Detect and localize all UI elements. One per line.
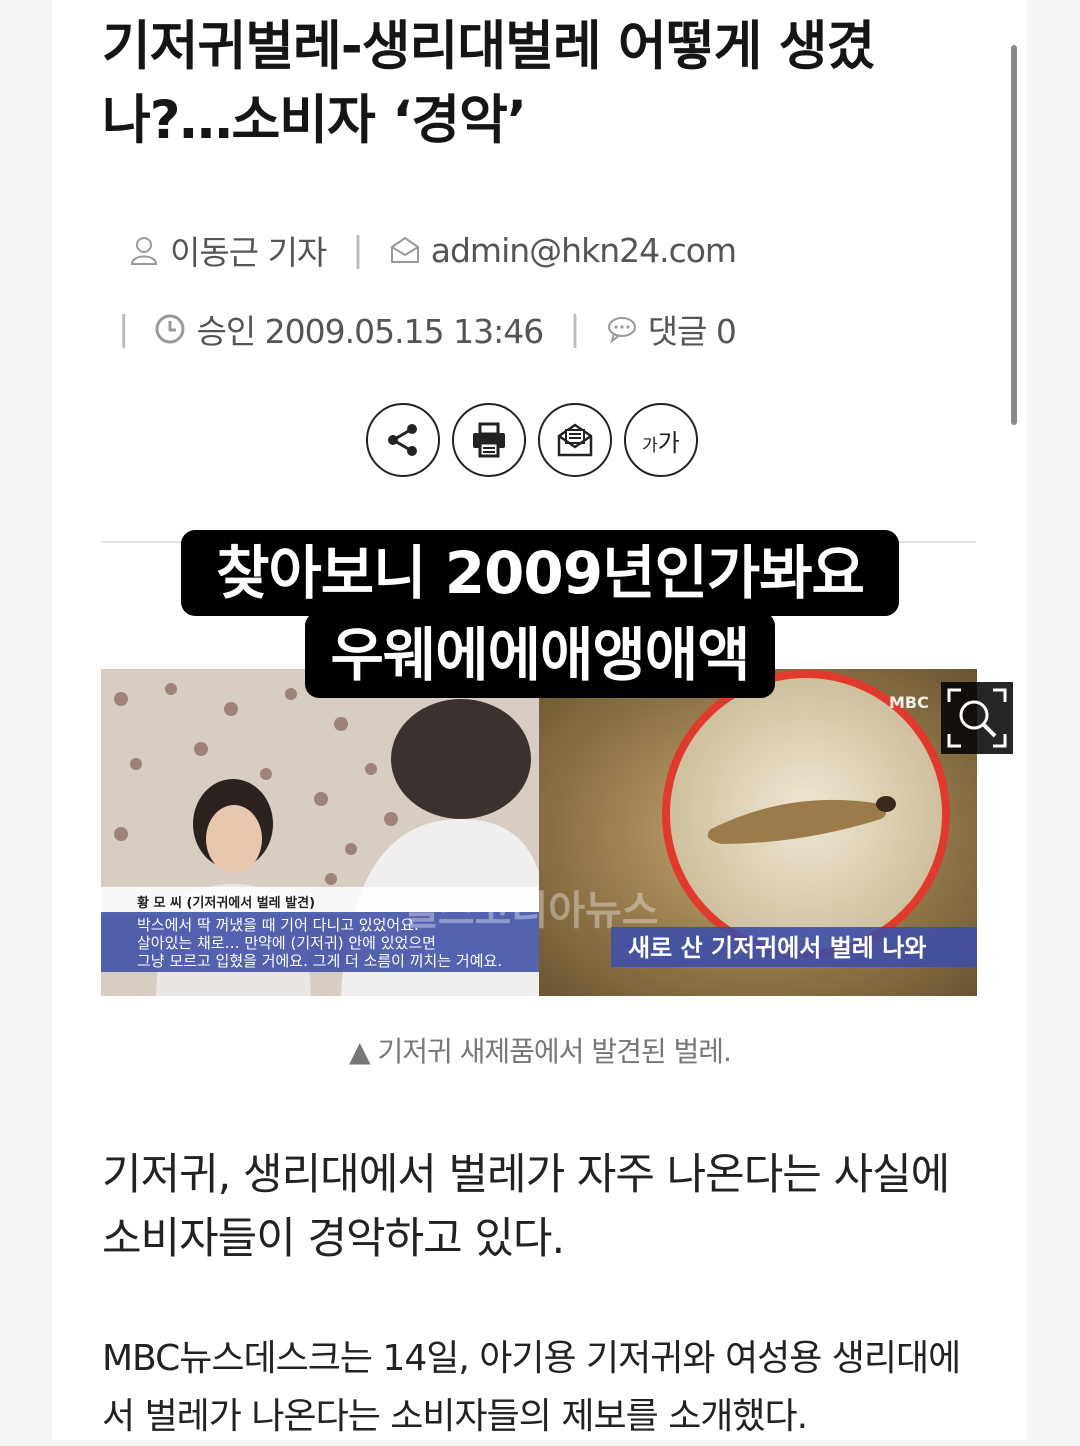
meta-separator: | xyxy=(352,230,364,270)
person-icon xyxy=(128,234,160,266)
share-button[interactable] xyxy=(366,403,440,477)
photo-speaker-label: 황 모 씨 (기저귀에서 벌레 발견) xyxy=(137,895,315,911)
article-headline: 기저귀벌레-생리대벌레 어떻게 생겼나?…소비자 ‘경악’ xyxy=(102,16,875,151)
meta-separator: | xyxy=(118,309,130,349)
overlay-line-1: 찾아보니 2009년인가봐요 xyxy=(181,530,899,616)
story-text-overlay: 찾아보니 2009년인가봐요 우웨에에애앵애액 xyxy=(0,530,1080,698)
mail-icon xyxy=(557,423,593,457)
share-icon xyxy=(388,424,417,456)
author-email[interactable]: admin@hkn24.com xyxy=(431,231,737,270)
comment-count[interactable]: 댓글 0 xyxy=(648,305,737,353)
article-tools: 가가 xyxy=(366,403,698,477)
photo-subtitle-line: 살아있는 채로… 만약에 (기저귀) 안에 있었으면 xyxy=(137,934,436,952)
comment-icon xyxy=(606,313,638,345)
photo-subtitle-line: 박스에서 딱 꺼냈을 때 기어 다니고 있었어요. xyxy=(137,916,419,934)
print-icon xyxy=(473,422,505,458)
photo-subtitle-line: 그냥 모르고 입혔을 거에요. 그게 더 소름이 끼치는 거예요. xyxy=(137,952,502,970)
clock-icon xyxy=(154,313,186,345)
article-photo[interactable]: 황 모 씨 (기저귀에서 벌레 발견) 박스에서 딱 꺼냈을 때 기어 다니고 … xyxy=(101,669,977,996)
font-size-label: 가가 xyxy=(642,428,680,457)
photo-caption: ▲ 기저귀 새제품에서 발견된 벌레. xyxy=(349,1035,732,1068)
article-lead-paragraph: 기저귀, 생리대에서 벌레가 자주 나온다는 사실에 소비자들이 경악하고 있다… xyxy=(102,1150,950,1264)
news-screenshot-image: 황 모 씨 (기저귀에서 벌레 발견) 박스에서 딱 꺼냈을 때 기어 다니고 … xyxy=(101,669,977,996)
date-row: | 승인 2009.05.15 13:46 | 댓글 0 xyxy=(118,305,737,353)
font-size-button[interactable]: 가가 xyxy=(624,403,698,477)
overlay-line-2: 우웨에에애앵애액 xyxy=(304,612,776,698)
scrollbar[interactable] xyxy=(1011,45,1017,425)
envelope-icon xyxy=(389,234,421,266)
author-name: 이동근 기자 xyxy=(170,233,327,272)
article-paragraph: MBC뉴스데스크는 14일, 아기용 기저귀와 여성용 생리대에서 벌레가 나온… xyxy=(102,1338,961,1437)
print-button[interactable] xyxy=(452,403,526,477)
photo-right-caption: 새로 산 기저귀에서 벌레 나와 xyxy=(628,934,926,962)
meta-separator: | xyxy=(569,309,581,349)
email-article-button[interactable] xyxy=(538,403,612,477)
author-row: 이동근 기자 | admin@hkn24.com xyxy=(128,226,737,274)
approved-datetime: 승인 2009.05.15 13:46 xyxy=(196,312,544,351)
